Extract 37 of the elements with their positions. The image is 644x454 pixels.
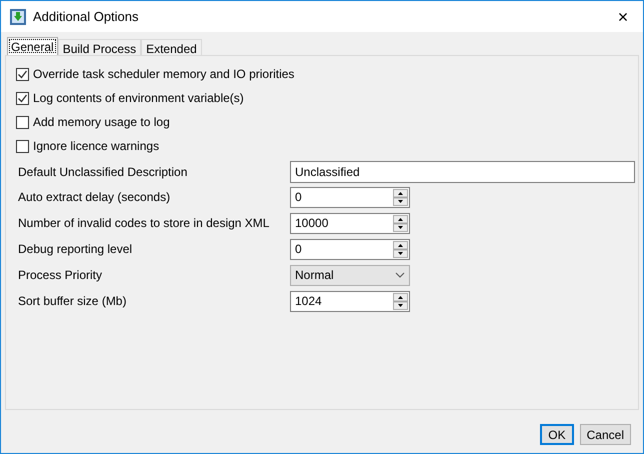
spin-field[interactable]: 0 bbox=[290, 238, 410, 260]
field-label: Process Priority bbox=[17, 267, 104, 284]
field-label: Default Unclassified Description bbox=[17, 164, 188, 180]
field-label: Auto extract delay (seconds) bbox=[17, 189, 172, 206]
checkbox[interactable] bbox=[16, 68, 29, 80]
field-value: 10000 bbox=[294, 215, 330, 232]
field-value: 0 bbox=[294, 189, 303, 206]
field-value: 0 bbox=[294, 241, 303, 258]
field-label: Debug reporting level bbox=[17, 241, 134, 258]
spin-arrows-icon[interactable] bbox=[393, 240, 408, 258]
field-label: Sort buffer size (Mb) bbox=[17, 293, 128, 310]
spin-field[interactable]: 10000 bbox=[290, 212, 410, 234]
spin-field[interactable]: 1024 bbox=[290, 290, 410, 312]
spin-field[interactable]: 0 bbox=[290, 186, 410, 208]
dialog-button[interactable]: OK bbox=[540, 424, 574, 445]
app-icon bbox=[9, 8, 27, 26]
checkbox[interactable] bbox=[16, 116, 29, 128]
checkbox[interactable] bbox=[16, 140, 29, 152]
spin-arrows-icon[interactable] bbox=[393, 188, 408, 206]
chevron-down-icon bbox=[395, 272, 405, 278]
window-title: Additional Options bbox=[33, 8, 139, 26]
spin-arrows-icon[interactable] bbox=[393, 214, 408, 232]
checkbox[interactable] bbox=[16, 92, 29, 104]
checkbox-label: Log contents of environment variable(s) bbox=[33, 90, 244, 107]
dialog-button[interactable]: Cancel bbox=[580, 424, 631, 445]
checkbox-label: Ignore licence warnings bbox=[33, 138, 160, 155]
checkbox-label: Add memory usage to log bbox=[33, 114, 170, 131]
field-value: 1024 bbox=[294, 293, 323, 310]
text-field[interactable]: Unclassified bbox=[290, 160, 635, 182]
spin-arrows-icon[interactable] bbox=[393, 292, 408, 310]
tab[interactable]: General bbox=[7, 37, 58, 55]
checkbox-label: Override task scheduler memory and IO priorities bbox=[33, 66, 294, 83]
tab[interactable]: Build Process bbox=[58, 39, 142, 55]
close-button[interactable]: × bbox=[603, 2, 643, 32]
tab[interactable]: Extended bbox=[141, 39, 202, 55]
dropdown[interactable]: Normal bbox=[290, 264, 410, 286]
field-label: Number of invalid codes to store in design XML bbox=[17, 215, 270, 232]
